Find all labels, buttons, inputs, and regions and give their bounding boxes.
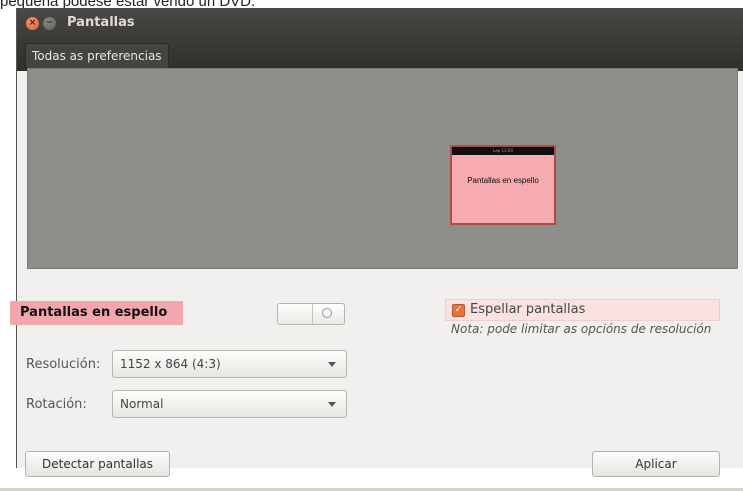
apply-button[interactable]: Aplicar bbox=[592, 451, 720, 477]
toolbar: Todas as preferencias bbox=[17, 38, 743, 71]
checkbox-check-icon[interactable]: ✓ bbox=[452, 304, 465, 317]
switch-knob[interactable] bbox=[278, 304, 313, 324]
monitor-label: Pantallas en espello bbox=[467, 176, 539, 185]
rotation-label: Rotación: bbox=[26, 397, 87, 412]
dropdown-arrow-icon bbox=[328, 362, 336, 367]
monitor-on-off-switch[interactable] bbox=[277, 303, 345, 325]
title-bar[interactable]: × − Pantallas bbox=[17, 8, 743, 38]
window-title: Pantallas bbox=[67, 15, 135, 30]
mirror-displays-label[interactable]: Espellar pantallas bbox=[470, 302, 585, 317]
resolution-label: Resolución: bbox=[26, 357, 101, 372]
minimize-icon[interactable]: − bbox=[43, 17, 56, 30]
switch-off-indicator bbox=[322, 308, 332, 318]
rotation-select[interactable]: Normal bbox=[112, 390, 347, 418]
monitor-top-bar: Lap 13:00 bbox=[452, 147, 554, 155]
monitor-arrangement-area[interactable]: Lap 13:00 Pantallas en espello bbox=[27, 68, 738, 269]
resolution-limit-note: Nota: pode limitar as opcións de resoluc… bbox=[451, 322, 712, 336]
monitor-name-header: Pantallas en espello bbox=[10, 301, 183, 325]
resolution-select[interactable]: 1152 x 864 (4:3) bbox=[112, 350, 347, 378]
close-icon[interactable]: × bbox=[26, 17, 39, 30]
resolution-value: 1152 x 864 (4:3) bbox=[120, 357, 221, 371]
mirror-displays-option[interactable]: ✓ Espellar pantallas bbox=[445, 299, 720, 321]
rotation-value: Normal bbox=[120, 397, 164, 411]
monitor-preview[interactable]: Lap 13:00 Pantallas en espello bbox=[450, 145, 556, 225]
dropdown-arrow-icon bbox=[328, 402, 336, 407]
detect-displays-button[interactable]: Detectar pantallas bbox=[25, 451, 170, 477]
all-settings-button[interactable]: Todas as preferencias bbox=[25, 43, 169, 69]
